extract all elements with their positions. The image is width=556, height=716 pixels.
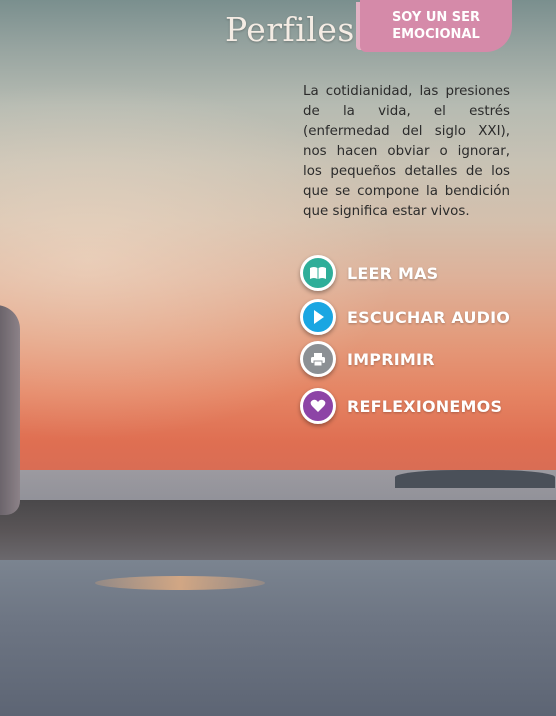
book-icon bbox=[300, 255, 336, 291]
play-icon bbox=[300, 299, 336, 335]
reflect-label: REFLEXIONEMOS bbox=[347, 396, 503, 416]
water-reflection bbox=[95, 576, 265, 590]
reflect-button[interactable]: REFLEXIONEMOS bbox=[300, 388, 540, 424]
read-more-button[interactable]: LEER MAS bbox=[300, 255, 540, 291]
heart-icon bbox=[300, 388, 336, 424]
print-label: IMPRIMIR bbox=[347, 349, 435, 369]
read-more-label: LEER MAS bbox=[347, 263, 439, 283]
section-badge: SOY UN SER EMOCIONAL bbox=[360, 0, 512, 52]
listen-audio-button[interactable]: ESCUCHAR AUDIO bbox=[300, 299, 540, 335]
print-button[interactable]: IMPRIMIR bbox=[300, 341, 540, 377]
perfiles-logo[interactable]: Perfiles bbox=[225, 10, 355, 49]
woman-silhouette bbox=[0, 305, 20, 515]
rock-foreground bbox=[0, 560, 556, 716]
badge-line-2: EMOCIONAL bbox=[392, 27, 480, 42]
printer-icon bbox=[300, 341, 336, 377]
intro-paragraph: La cotidianidad, las presiones de la vid… bbox=[303, 84, 510, 219]
distant-headland bbox=[395, 470, 555, 488]
badge-text: SOY UN SER EMOCIONAL bbox=[376, 9, 496, 43]
listen-audio-label: ESCUCHAR AUDIO bbox=[347, 307, 511, 327]
badge-line-1: SOY UN SER bbox=[391, 10, 481, 25]
